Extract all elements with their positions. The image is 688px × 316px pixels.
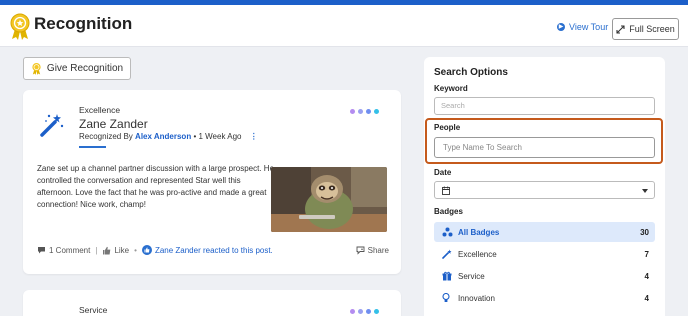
award-ribbon-icon (10, 13, 30, 40)
like-label: Like (114, 245, 130, 255)
people-search-input[interactable]: Type Name To Search (434, 137, 655, 158)
separator: • (134, 245, 137, 255)
lightbulb-icon (442, 293, 456, 303)
badge-filter-excellence[interactable]: Excellence 7 (434, 244, 655, 264)
give-recognition-button[interactable]: Give Recognition (23, 57, 131, 80)
share-icon (356, 246, 365, 255)
separator: | (95, 245, 98, 255)
post-author-link[interactable]: Alex Anderson (135, 132, 191, 141)
play-icon: ▶ (557, 23, 565, 31)
post-image-sloth (271, 167, 387, 232)
share-button[interactable]: Share (356, 246, 389, 255)
comments-count: 1 Comment (49, 245, 91, 255)
full-screen-label: Full Screen (629, 24, 675, 34)
award-ribbon-icon (32, 63, 41, 75)
magic-wand-icon (40, 114, 64, 137)
caret-down-icon (642, 189, 648, 193)
post-badge-category: Excellence (79, 105, 121, 115)
reaction-summary[interactable]: Zane Zander reacted to this post. (141, 245, 273, 255)
view-tour-label: View Tour (569, 22, 609, 32)
post-message: Zane set up a channel partner discussion… (37, 164, 275, 209)
calendar-icon (442, 186, 450, 195)
post-badge-category: Service (79, 305, 108, 315)
thumbs-up-icon (103, 246, 111, 254)
comments-link[interactable]: 1 Comment (37, 246, 90, 255)
full-screen-button[interactable]: Full Screen (612, 18, 679, 40)
keyword-search-input[interactable]: Search (434, 97, 655, 115)
give-recognition-label: Give Recognition (46, 63, 124, 74)
share-label: Share (367, 245, 389, 255)
recognition-post-card: Excellence Zane Zander Recognized By Ale… (23, 90, 401, 274)
badge-filter-name: Excellence (458, 249, 497, 259)
like-button[interactable]: Like (102, 246, 129, 255)
reaction-text: Zane Zander reacted to this post. (154, 245, 273, 255)
keyword-label: Keyword (434, 84, 468, 93)
badge-filter-count: 4 (644, 293, 649, 303)
badges-label: Badges (434, 207, 463, 216)
search-options-panel: Search Options Keyword Search People Dat… (424, 57, 665, 316)
post-recipient-name[interactable]: Zane Zander (79, 117, 148, 131)
view-tour-link[interactable]: ▶ View Tour (557, 22, 608, 32)
badge-filter-count: 4 (644, 271, 649, 281)
card-dots-decoration (350, 109, 379, 114)
badge-filter-count: 30 (640, 227, 649, 237)
service-badge-icon (39, 310, 65, 316)
recognized-by-label: Recognized By (79, 132, 133, 141)
badge-filter-count: 7 (644, 249, 649, 259)
badge-filter-service[interactable]: Service 4 (434, 266, 655, 286)
search-options-title: Search Options (434, 67, 508, 78)
page-header: Recognition ▶ View Tour Full Screen (0, 5, 688, 47)
badge-filter-name: Innovation (458, 293, 495, 303)
date-select[interactable] (434, 181, 655, 199)
gift-icon (442, 271, 456, 281)
post-byline: Recognized By Alex Anderson • 1 Week Ago… (79, 132, 258, 141)
badges-cluster-icon (442, 227, 456, 237)
comment-bubble-icon (38, 247, 45, 254)
expand-icon (616, 24, 625, 34)
page-title: Recognition (34, 14, 133, 33)
post-timestamp: • 1 Week Ago (193, 132, 242, 141)
more-options-icon[interactable]: ⋮ (250, 132, 258, 141)
recipient-underline (79, 146, 106, 148)
card-dots-decoration (350, 309, 379, 314)
badge-filter-name: Service (458, 271, 485, 281)
magic-wand-icon (442, 249, 456, 259)
badge-filter-all-badges[interactable]: All Badges 30 (434, 222, 655, 242)
date-label: Date (434, 168, 452, 177)
badge-filter-innovation[interactable]: Innovation 4 (434, 288, 655, 308)
post-actions-bar: 1 Comment | Like • Zane Zander reacted t… (37, 245, 389, 255)
recognition-post-card: Service (23, 290, 401, 316)
badge-filter-name: All Badges (458, 227, 500, 237)
like-reaction-icon (141, 245, 152, 255)
